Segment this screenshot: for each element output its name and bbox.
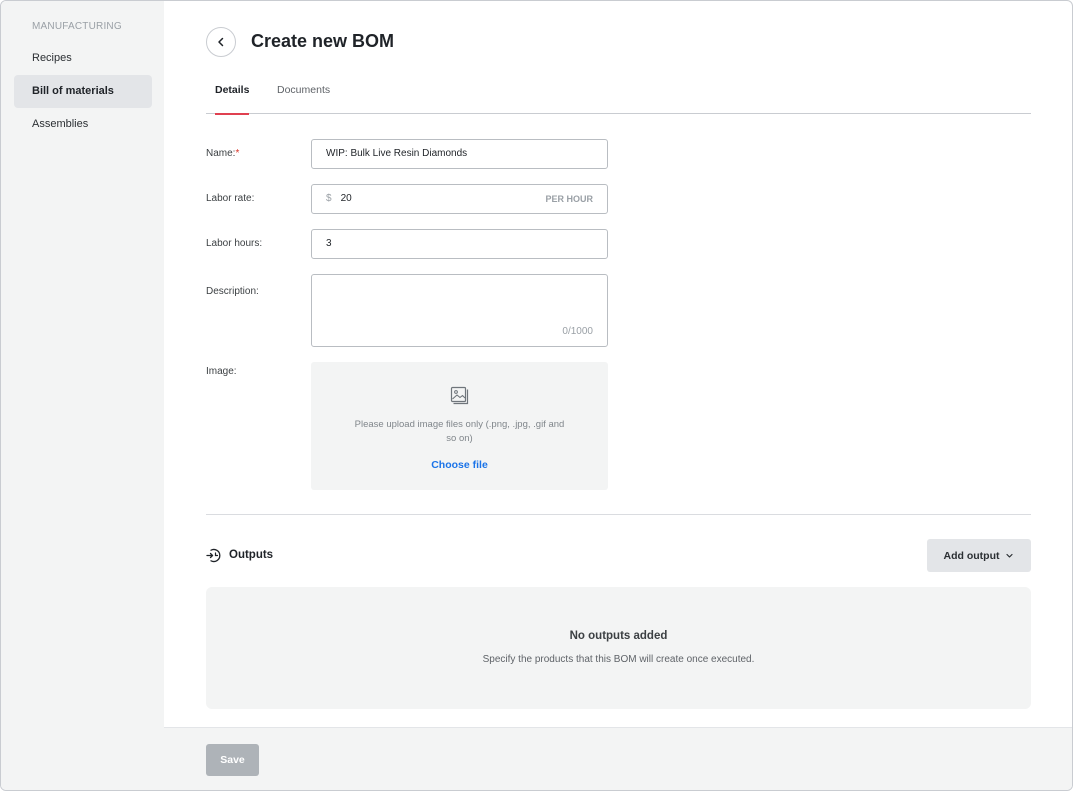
required-mark: * — [235, 148, 240, 159]
page-title: Create new BOM — [251, 31, 395, 51]
footer-bar: Save — [164, 727, 1072, 790]
save-button[interactable]: Save — [206, 744, 259, 776]
back-button[interactable] — [206, 27, 236, 57]
sidebar: MANUFACTURING Recipes Bill of materials … — [1, 1, 164, 790]
empty-state-title: No outputs added — [569, 630, 668, 642]
app-window: MANUFACTURING Recipes Bill of materials … — [0, 0, 1073, 791]
name-input-value: WIP: Bulk Live Resin Diamonds — [326, 148, 468, 159]
sidebar-item-bill-of-materials[interactable]: Bill of materials — [14, 75, 152, 108]
per-hour-suffix: PER HOUR — [545, 194, 593, 204]
main-content: Create new BOM Details Documents Name:* … — [164, 1, 1072, 790]
char-count: 0/1000 — [562, 326, 593, 337]
labor-hours-value: 3 — [326, 238, 332, 249]
tab-details[interactable]: Details — [215, 79, 250, 115]
labor-hours-input[interactable]: 3 — [311, 229, 608, 259]
labor-hours-label: Labor hours: — [206, 238, 263, 249]
tab-bar: Details Documents — [206, 79, 1031, 115]
labor-rate-label: Labor rate: — [206, 193, 255, 204]
description-textarea[interactable]: 0/1000 — [311, 274, 608, 347]
name-label-text: Name: — [206, 148, 236, 159]
output-icon — [206, 548, 221, 563]
sidebar-heading: MANUFACTURING — [32, 21, 122, 32]
empty-state-description: Specify the products that this BOM will … — [482, 654, 755, 665]
section-divider — [206, 514, 1031, 515]
sidebar-item-assemblies[interactable]: Assemblies — [14, 108, 152, 141]
sidebar-item-recipes[interactable]: Recipes — [14, 42, 152, 75]
image-upload-area[interactable]: Please upload image files only (.png, .j… — [311, 362, 608, 490]
add-output-button[interactable]: Add output — [927, 539, 1031, 572]
tab-details-label: Details — [215, 84, 250, 96]
add-output-label: Add output — [943, 549, 1000, 562]
upload-hint: Please upload image files only (.png, .j… — [354, 419, 565, 444]
image-icon — [450, 386, 469, 405]
chevron-down-icon — [1006, 553, 1014, 558]
outputs-title: Outputs — [229, 549, 274, 561]
description-label: Description: — [206, 286, 259, 297]
image-label: Image: — [206, 366, 237, 377]
tab-documents[interactable]: Documents — [277, 79, 330, 114]
outputs-empty-state: No outputs added Specify the products th… — [206, 587, 1031, 709]
tab-documents-label: Documents — [277, 84, 331, 96]
labor-rate-value: 20 — [340, 193, 352, 204]
currency-prefix: $ — [326, 193, 332, 204]
labor-rate-input[interactable]: $20 PER HOUR — [311, 184, 608, 214]
name-input[interactable]: WIP: Bulk Live Resin Diamonds — [311, 139, 608, 169]
name-label: Name:* — [206, 148, 239, 159]
chevron-left-icon — [218, 37, 224, 47]
choose-file-link[interactable]: Choose file — [311, 459, 608, 471]
